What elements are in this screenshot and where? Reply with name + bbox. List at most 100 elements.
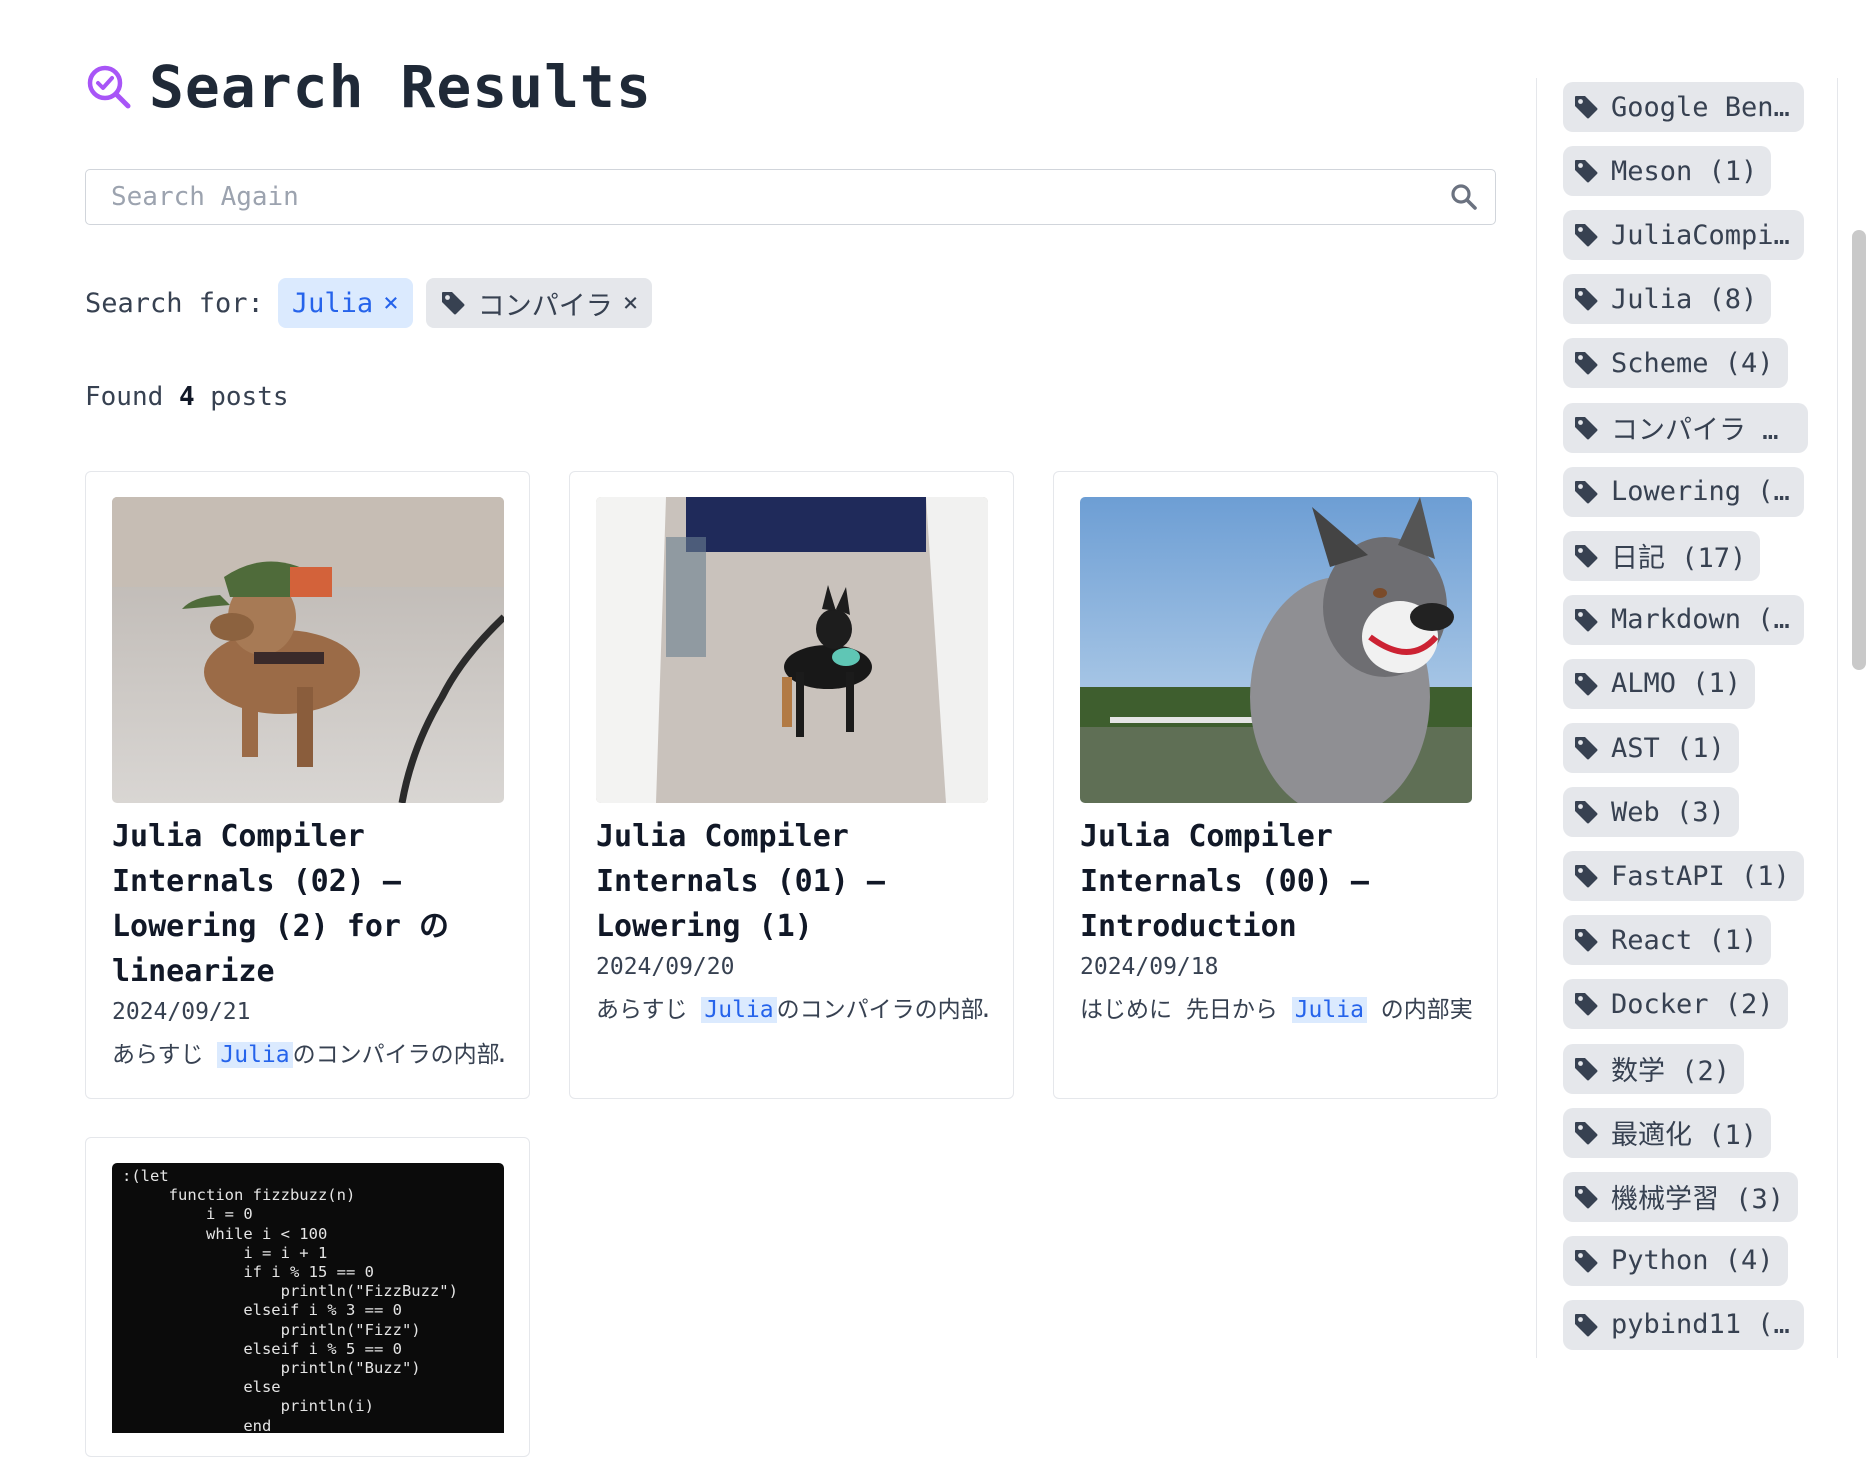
sidebar-tag[interactable]: Meson (1) <box>1563 146 1772 197</box>
sidebar-tag-label: Julia (8) <box>1611 283 1758 315</box>
excerpt-text: のコンパイラの内部… <box>292 1042 504 1068</box>
sidebar-tag[interactable]: ALMO (1) <box>1563 658 1756 709</box>
code-line: elseif i % 5 == 0 <box>122 1339 402 1358</box>
sidebar-tag[interactable]: コンパイラ (… <box>1563 402 1808 453</box>
post-title[interactable]: Julia Compiler Internals (02) – Lowering… <box>112 814 502 994</box>
sidebar-tag-label: Markdown (… <box>1611 604 1790 636</box>
tag-icon <box>1573 158 1599 184</box>
sidebar-tag[interactable]: Docker (2) <box>1563 979 1788 1030</box>
excerpt-highlight: Julia <box>701 997 777 1023</box>
sidebar-tag-label: コンパイラ (… <box>1611 415 1794 446</box>
tag-icon <box>1573 863 1599 889</box>
sidebar-tag[interactable]: AST (1) <box>1563 723 1739 773</box>
post-date: 2024/09/20 <box>596 954 735 980</box>
sidebar-tag[interactable]: 最適化 (1) <box>1563 1107 1772 1158</box>
sidebar-tag-label: pybind11 (… <box>1611 1309 1790 1341</box>
tag-chip: コンパイラ × <box>425 278 653 328</box>
search-input[interactable] <box>86 169 1439 225</box>
page-title: Search Results <box>149 53 652 121</box>
title-row: Search Results <box>85 52 652 122</box>
post-thumbnail[interactable] <box>112 497 504 803</box>
filter-label: Search for: <box>85 287 264 319</box>
sidebar-tag-label: Web (3) <box>1611 796 1725 828</box>
post-card[interactable]: Julia Compiler Internals (01) – Lowering… <box>569 471 1014 1099</box>
sidebar-tag[interactable]: React (1) <box>1563 915 1772 966</box>
sidebar-tag-label: Meson (1) <box>1611 155 1758 187</box>
tag-icon <box>1573 1248 1599 1274</box>
sidebar-tag[interactable]: Markdown (… <box>1563 594 1804 645</box>
tag-icon <box>1573 735 1599 761</box>
sidebar-tag-label: Docker (2) <box>1611 988 1774 1020</box>
sidebar-tag[interactable]: Scheme (4) <box>1563 338 1788 389</box>
results-number: 4 <box>178 382 195 412</box>
tag-icon <box>1573 222 1599 248</box>
sidebar-tag-label: JuliaCompi… <box>1611 219 1790 251</box>
sidebar-tag[interactable]: Julia (8) <box>1563 274 1772 325</box>
tag-icon <box>1573 479 1599 505</box>
code-line: println("Buzz") <box>122 1359 421 1378</box>
remove-tag-icon[interactable]: × <box>623 288 639 318</box>
code-line: if i % 15 == 0 <box>122 1263 374 1282</box>
search-check-icon <box>85 62 135 112</box>
tag-icon <box>1573 543 1599 569</box>
tag-icon <box>1573 799 1599 825</box>
excerpt-text: はじめに 先日から <box>1080 997 1292 1023</box>
post-thumbnail[interactable] <box>596 497 988 803</box>
excerpt-text: の内部実… <box>1380 997 1472 1023</box>
tag-icon <box>1573 1120 1599 1146</box>
post-excerpt: はじめに 先日から Julia の内部実… <box>1080 990 1472 1024</box>
tag-icon <box>1573 927 1599 953</box>
remove-keyword-icon[interactable]: × <box>383 288 399 318</box>
tag-icon <box>1573 991 1599 1017</box>
sidebar-tag-label: Scheme (4) <box>1611 347 1774 379</box>
tag-sidebar: Google Ben… Meson (1) JuliaCompi… Julia (8)… <box>1536 78 1838 1358</box>
code-line: end <box>122 1416 272 1433</box>
code-line: :(let <box>122 1167 169 1185</box>
code-line: function fizzbuzz(n) <box>122 1186 356 1205</box>
tag-icon <box>1573 1184 1599 1210</box>
sidebar-tag[interactable]: Lowering (… <box>1563 466 1804 517</box>
post-title[interactable]: Julia Compiler Internals (00) – Introduc… <box>1080 814 1470 949</box>
tag-icon <box>1573 415 1599 441</box>
code-line: println("FizzBuzz") <box>122 1282 458 1301</box>
sidebar-tag[interactable]: Google Ben… <box>1563 82 1804 132</box>
keyword-chip: Julia × <box>277 278 413 328</box>
sidebar-tag-label: 機械学習 (3) <box>1611 1184 1785 1216</box>
code-line: i = i + 1 <box>122 1243 328 1262</box>
post-card[interactable]: :(let function fizzbuzz(n) i = 0 while i… <box>85 1137 530 1457</box>
excerpt-text: あらすじ <box>596 997 702 1023</box>
sidebar-tag[interactable]: FastAPI (1) <box>1563 851 1804 902</box>
post-thumbnail[interactable] <box>1080 497 1472 803</box>
post-thumbnail[interactable]: :(let function fizzbuzz(n) i = 0 while i… <box>112 1163 504 1433</box>
post-card[interactable]: Julia Compiler Internals (02) – Lowering… <box>85 471 530 1099</box>
sidebar-tag-label: Lowering (… <box>1611 476 1790 508</box>
sidebar-tag[interactable]: 数学 (2) <box>1563 1043 1745 1094</box>
sidebar-tag[interactable]: Python (4) <box>1563 1235 1788 1286</box>
sidebar-tag[interactable]: 機械学習 (3) <box>1563 1171 1799 1222</box>
results-count: Found 4 posts <box>85 382 289 412</box>
tag-icon <box>1573 286 1599 312</box>
tag-icon <box>1573 607 1599 633</box>
sidebar-tag-label: ALMO (1) <box>1611 668 1742 700</box>
post-excerpt: あらすじ Julia のコンパイラの内部… <box>596 990 988 1024</box>
sidebar-tag[interactable]: Web (3) <box>1563 787 1739 838</box>
sidebar-tag-label: Google Ben… <box>1611 91 1790 123</box>
tag-icon <box>1573 1056 1599 1082</box>
scrollbar-thumb[interactable] <box>1852 230 1866 670</box>
code-screenshot: :(let function fizzbuzz(n) i = 0 while i… <box>122 1167 458 1433</box>
sidebar-tag-label: 数学 (2) <box>1611 1056 1731 1087</box>
sidebar-tag[interactable]: 日記 (17) <box>1563 530 1761 581</box>
code-line: while i < 100 <box>122 1224 328 1243</box>
search-icon[interactable] <box>1439 172 1489 222</box>
tag-icon <box>1573 671 1599 697</box>
post-excerpt: あらすじ Julia のコンパイラの内部… <box>112 1035 504 1069</box>
keyword-chip-label: Julia <box>291 287 374 319</box>
sidebar-tag-label: React (1) <box>1611 924 1758 956</box>
sidebar-tag[interactable]: JuliaCompi… <box>1563 210 1804 261</box>
code-line: println("Fizz") <box>122 1320 421 1339</box>
post-title[interactable]: Julia Compiler Internals (01) – Lowering… <box>596 814 986 949</box>
post-card[interactable]: Julia Compiler Internals (00) – Introduc… <box>1053 471 1498 1099</box>
tag-icon <box>440 290 466 316</box>
excerpt-highlight: Julia <box>217 1042 293 1068</box>
sidebar-tag[interactable]: pybind11 (… <box>1563 1299 1804 1350</box>
